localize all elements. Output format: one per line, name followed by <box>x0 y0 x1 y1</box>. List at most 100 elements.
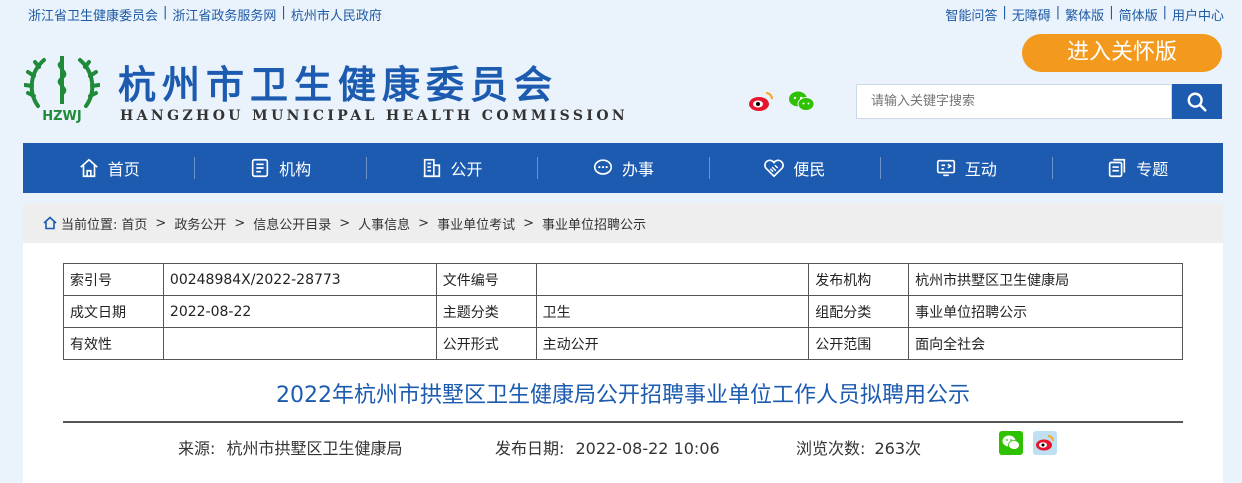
breadcrumb-home-icon <box>43 216 57 230</box>
nav-label: 互动 <box>964 160 997 179</box>
title-divider <box>63 421 1183 423</box>
separator: | <box>1055 5 1061 20</box>
article-title: 2022年杭州市拱墅区卫生健康局公开招聘事业单位工作人员拟聘用公示 <box>276 383 970 408</box>
building-icon <box>423 158 440 178</box>
meta-value: 2022-08-22 <box>162 295 437 328</box>
views-value: 263次 <box>874 439 922 458</box>
nav-org[interactable]: 机构 <box>194 143 365 193</box>
topic-icon <box>1109 158 1126 178</box>
share-weibo-icon[interactable] <box>1033 431 1057 455</box>
table-row: 有效性 公开形式 主动公开 公开范围 面向全社会 <box>63 327 1183 360</box>
meta-value: 面向全社会 <box>908 327 1183 360</box>
breadcrumb-separator: > <box>155 215 167 231</box>
separator: | <box>281 5 286 20</box>
meta-value <box>535 263 810 296</box>
logo-emblem-icon: HZWJ <box>23 56 101 124</box>
breadcrumb-item[interactable]: 政务公开 <box>174 214 226 233</box>
separator: | <box>1109 5 1114 20</box>
nav-home[interactable]: 首页 <box>23 143 194 193</box>
care-mode-button[interactable]: 进入关怀版 <box>1022 34 1222 72</box>
meta-label: 公开形式 <box>435 327 537 360</box>
link-accessibility[interactable]: 无障碍 <box>1012 5 1051 24</box>
separator: | <box>163 5 168 20</box>
date-label: 发布日期: <box>495 439 565 458</box>
home-icon <box>79 158 98 178</box>
views-label: 浏览次数: <box>796 439 866 458</box>
nav-label: 专题 <box>1136 160 1169 179</box>
source-value: 杭州市拱墅区卫生健康局 <box>226 439 403 458</box>
nav-open[interactable]: 公开 <box>365 143 537 193</box>
main-nav: 首页 机构 公开 办事 便民 互动 专题 <box>23 143 1223 193</box>
meta-label: 公开范围 <box>808 327 910 360</box>
site-logo[interactable]: HZWJ <box>23 48 101 124</box>
wechat-icon[interactable] <box>788 90 815 112</box>
search-icon <box>1187 92 1207 112</box>
nav-label: 首页 <box>107 160 140 179</box>
meta-label: 有效性 <box>63 327 164 360</box>
meta-value: 主动公开 <box>535 327 810 360</box>
nav-label: 便民 <box>793 160 826 179</box>
article-source: 来源: 杭州市拱墅区卫生健康局 <box>178 435 403 459</box>
breadcrumb-item[interactable]: 事业单位招聘公示 <box>542 214 646 233</box>
link-zhejiang-health[interactable]: 浙江省卫生健康委员会 <box>28 5 158 24</box>
separator: | <box>1162 5 1167 20</box>
meta-value: 杭州市拱墅区卫生健康局 <box>908 263 1183 296</box>
nav-label: 办事 <box>621 160 654 179</box>
source-label: 来源: <box>178 439 216 458</box>
date-value: 2022-08-22 10:06 <box>575 439 720 458</box>
nav-convenience[interactable]: 便民 <box>708 143 880 193</box>
breadcrumb-separator: > <box>418 215 430 231</box>
table-row: 成文日期 2022-08-22 主题分类 卫生 组配分类 事业单位招聘公示 <box>63 295 1183 328</box>
interact-icon <box>936 159 955 177</box>
meta-label: 发布机构 <box>808 263 910 296</box>
breadcrumb-prefix: 当前位置: <box>61 217 118 233</box>
search-button[interactable] <box>1172 84 1222 119</box>
search-input[interactable] <box>856 84 1172 119</box>
nav-label: 公开 <box>450 160 483 179</box>
link-smart-qa[interactable]: 智能问答 <box>945 5 997 24</box>
link-user-center[interactable]: 用户中心 <box>1172 5 1224 24</box>
site-title-en: HANGZHOU MUNICIPAL HEALTH COMMISSION <box>120 108 629 124</box>
top-left-links: 浙江省卫生健康委员会 | 浙江省政务服务网 | 杭州市人民政府 <box>28 5 382 24</box>
link-traditional[interactable]: 繁体版 <box>1065 5 1104 24</box>
separator: | <box>1002 5 1007 20</box>
article-date: 发布日期: 2022-08-22 10:06 <box>495 435 720 459</box>
site-title-cn: 杭州市卫生健康委员会 <box>118 63 559 107</box>
link-zhejiang-service[interactable]: 浙江省政务服务网 <box>172 5 276 24</box>
meta-value: 事业单位招聘公示 <box>908 295 1183 328</box>
handshake-icon <box>764 159 785 178</box>
meta-label: 文件编号 <box>435 263 537 296</box>
meta-value <box>162 327 437 360</box>
breadcrumb-home[interactable]: 首页 <box>121 214 147 233</box>
main-content: 当前位置: 首页 > 政务公开 > 信息公开目录 > 人事信息 > 事业单位考试… <box>23 203 1223 483</box>
breadcrumb-item[interactable]: 人事信息 <box>358 214 410 233</box>
nav-affairs[interactable]: 办事 <box>537 143 708 193</box>
breadcrumb-separator: > <box>234 215 246 231</box>
metadata-table: 索引号 00248984X/2022-28773 文件编号 发布机构 杭州市拱墅… <box>63 263 1183 360</box>
top-right-links: 智能问答 | 无障碍 | 繁体版 | 简体版 | 用户中心 <box>945 5 1224 24</box>
nav-label: 机构 <box>279 160 312 179</box>
weibo-icon[interactable] <box>748 90 774 112</box>
link-hangzhou-gov[interactable]: 杭州市人民政府 <box>291 5 382 24</box>
breadcrumb-separator: > <box>339 215 351 231</box>
site-header: HZWJ 杭州市卫生健康委员会 HANGZHOU MUNICIPAL HEALT… <box>0 26 1242 143</box>
share-wechat-icon[interactable] <box>999 431 1023 455</box>
nav-topic[interactable]: 专题 <box>1051 143 1223 193</box>
breadcrumb: 当前位置: 首页 > 政务公开 > 信息公开目录 > 人事信息 > 事业单位考试… <box>23 203 1223 243</box>
meta-label: 主题分类 <box>435 295 537 328</box>
svg-text:HZWJ: HZWJ <box>42 109 81 124</box>
breadcrumb-item[interactable]: 信息公开目录 <box>253 214 331 233</box>
meta-value: 00248984X/2022-28773 <box>162 263 437 296</box>
meta-value: 卫生 <box>535 295 810 328</box>
breadcrumb-separator: > <box>523 215 534 231</box>
link-simplified[interactable]: 简体版 <box>1119 5 1158 24</box>
meta-label: 组配分类 <box>808 295 910 328</box>
breadcrumb-item[interactable]: 事业单位考试 <box>437 214 515 233</box>
meta-label: 成文日期 <box>63 295 164 328</box>
meta-label: 索引号 <box>63 263 164 296</box>
org-icon <box>251 158 269 178</box>
chat-icon <box>593 159 613 175</box>
nav-interact[interactable]: 互动 <box>880 143 1051 193</box>
table-row: 索引号 00248984X/2022-28773 文件编号 发布机构 杭州市拱墅… <box>63 263 1183 296</box>
top-bar: 浙江省卫生健康委员会 | 浙江省政务服务网 | 杭州市人民政府 智能问答 | 无… <box>0 0 1242 26</box>
